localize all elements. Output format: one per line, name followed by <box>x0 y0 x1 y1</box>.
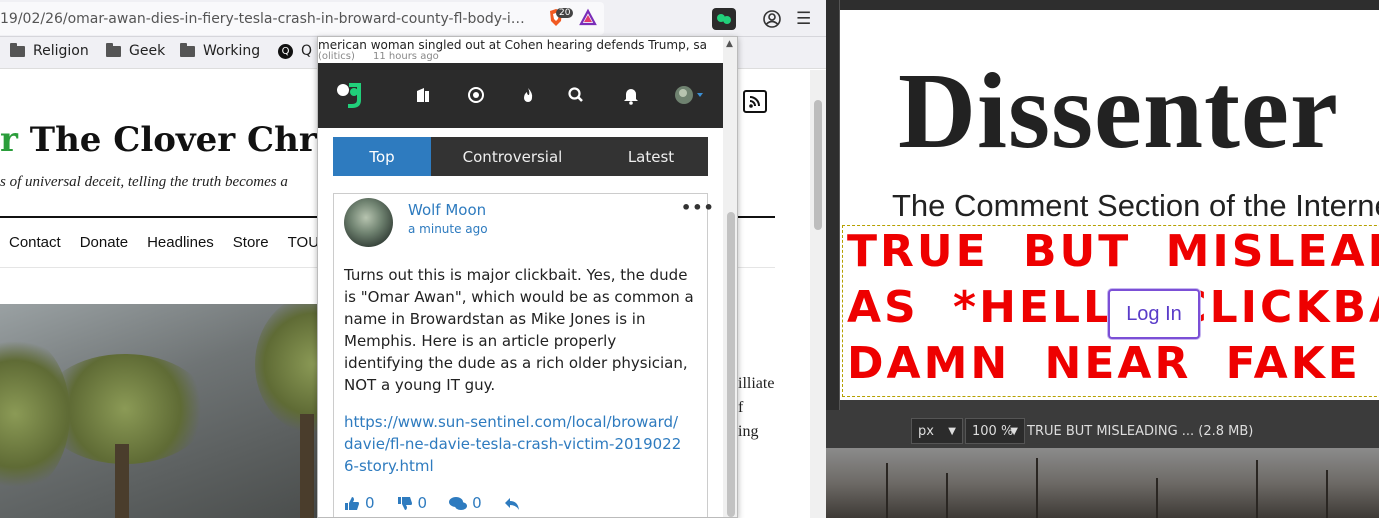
login-button[interactable]: Log In <box>1108 289 1200 339</box>
top-ruler <box>840 0 1379 10</box>
home-icon[interactable] <box>413 85 433 105</box>
brave-rewards-icon[interactable] <box>578 8 598 28</box>
unit-select[interactable]: px ▼ <box>911 418 963 444</box>
site-tagline: s of universal deceit, telling the truth… <box>0 174 288 190</box>
comment-body: Turns out this is major clickbait. Yes, … <box>344 266 694 394</box>
dissenter-title: Dissenter <box>898 52 1339 171</box>
nav-tou[interactable]: TOU <box>288 234 319 251</box>
search-icon[interactable] <box>566 85 586 105</box>
hamburger-menu-icon[interactable]: ☰ <box>796 9 811 29</box>
bookmark-q[interactable]: QQ <box>278 43 312 59</box>
thumbs-down-icon <box>397 496 412 510</box>
brave-badge: 20 <box>556 8 574 18</box>
side-text-line: illiate <box>738 375 775 392</box>
folder-icon <box>10 42 25 57</box>
downvote-count: 0 <box>417 494 428 512</box>
unit-value: px <box>918 423 934 439</box>
dissenter-extension-icon[interactable] <box>712 8 736 30</box>
dissenter-subtitle: The Comment Section of the Internet <box>892 188 1379 223</box>
bookmark-label: Religion <box>33 43 89 59</box>
nav-donate[interactable]: Donate <box>80 234 128 251</box>
reply-icon <box>504 497 519 510</box>
bell-icon[interactable] <box>621 85 641 105</box>
overlay-line-1: TRUE BUT MISLEADING <box>847 226 1379 277</box>
ticker-time: 11 hours ago <box>373 51 439 62</box>
tab-top[interactable]: Top <box>333 137 431 176</box>
site-title-prefix: r <box>0 120 18 160</box>
chevron-down-icon: ▼ <box>948 425 956 437</box>
bookmark-working[interactable]: Working <box>180 42 261 59</box>
zoom-value: 100 % <box>972 423 1014 439</box>
account-icon[interactable] <box>762 9 782 33</box>
overlay-line-3: DAMN NEAR FAKE NEWS <box>847 338 1379 389</box>
tab-latest[interactable]: Latest <box>594 137 708 176</box>
bookmark-geek[interactable]: Geek <box>106 42 166 59</box>
q-site-icon: Q <box>278 43 293 59</box>
avatar[interactable] <box>344 198 393 247</box>
zoom-select[interactable]: 100 % ▼ <box>965 418 1025 444</box>
nav-contact[interactable]: Contact <box>9 234 61 251</box>
site-title[interactable]: r The Clover Chron <box>0 120 364 160</box>
folder-icon <box>180 42 195 57</box>
background-photo <box>826 448 1379 518</box>
bookmark-label: Q <box>301 43 313 59</box>
address-bar: 19/02/26/omar-awan-dies-in-fiery-tesla-c… <box>0 0 826 37</box>
article-side-text: illiate f ing <box>738 372 774 444</box>
reply-button[interactable] <box>504 494 520 512</box>
status-text: TRUE BUT MISLEADING ... (2.8 MB) <box>1027 424 1254 439</box>
ticker-source: (olitics) <box>318 51 355 62</box>
article-photo <box>0 304 318 518</box>
nav-headlines[interactable]: Headlines <box>147 234 214 251</box>
bookmark-label: Geek <box>129 43 166 59</box>
comment-card: Wolf Moon a minute ago ••• Turns out thi… <box>333 193 714 517</box>
url-text[interactable]: 19/02/26/omar-awan-dies-in-fiery-tesla-c… <box>0 11 532 27</box>
scroll-up-icon[interactable]: ▲ <box>726 39 733 49</box>
comment-link[interactable]: https://www.sun-sentinel.com/local/browa… <box>344 411 684 477</box>
comments-icon <box>449 496 468 510</box>
upvote-count: 0 <box>365 494 375 512</box>
url-field[interactable]: 19/02/26/omar-awan-dies-in-fiery-tesla-c… <box>0 2 604 35</box>
gab-logo-icon[interactable] <box>334 80 364 108</box>
left-ruler <box>826 0 840 410</box>
comment-tabs: Top Controversial Latest <box>333 137 708 176</box>
replies-button[interactable]: 0 <box>449 494 482 512</box>
site-nav: Contact Donate Headlines Store TOU <box>9 234 319 251</box>
nav-store[interactable]: Store <box>233 234 269 251</box>
comment-actions: 0 0 0 <box>344 494 520 512</box>
user-avatar-icon[interactable] <box>674 85 704 105</box>
bookmark-religion[interactable]: Religion <box>10 42 89 59</box>
side-text-line: ing <box>738 423 759 440</box>
viewer-status-bar: px ▼ 100 % ▼ TRUE BUT MISLEADING ... (2.8 … <box>826 410 1379 448</box>
reply-count: 0 <box>472 494 482 512</box>
dissenter-popup: merican woman singled out at Cohen heari… <box>317 36 738 518</box>
news-ticker[interactable]: merican woman singled out at Cohen heari… <box>318 37 737 63</box>
thumbs-up-icon <box>345 496 359 510</box>
popup-scrollbar[interactable]: ▲ <box>723 37 737 517</box>
scrollbar-thumb[interactable] <box>727 212 735 517</box>
image-viewer-window: Dissenter The Comment Section of the Int… <box>826 0 1379 518</box>
gab-nav-bar <box>318 63 723 128</box>
image-canvas[interactable]: Dissenter The Comment Section of the Int… <box>840 10 1379 400</box>
folder-icon <box>106 42 121 57</box>
rss-icon[interactable] <box>743 90 767 113</box>
ticker-headline[interactable]: merican woman singled out at Cohen heari… <box>318 38 707 52</box>
more-options-icon[interactable]: ••• <box>681 198 715 217</box>
comment-time[interactable]: a minute ago <box>408 222 488 236</box>
downvote-button[interactable]: 0 <box>397 494 428 512</box>
bookmark-label: Working <box>203 43 261 59</box>
scrollbar-thumb[interactable] <box>814 100 822 230</box>
tab-controversial[interactable]: Controversial <box>431 137 594 176</box>
chevron-down-icon: ▼ <box>1010 425 1018 437</box>
side-text-line: f <box>738 399 744 416</box>
explore-icon[interactable] <box>466 85 486 105</box>
page-scrollbar[interactable] <box>810 70 826 518</box>
comment-author[interactable]: Wolf Moon <box>408 201 486 219</box>
site-title-text: The Clover Chron <box>29 120 365 160</box>
upvote-button[interactable]: 0 <box>344 494 375 512</box>
fire-icon[interactable] <box>518 85 538 105</box>
